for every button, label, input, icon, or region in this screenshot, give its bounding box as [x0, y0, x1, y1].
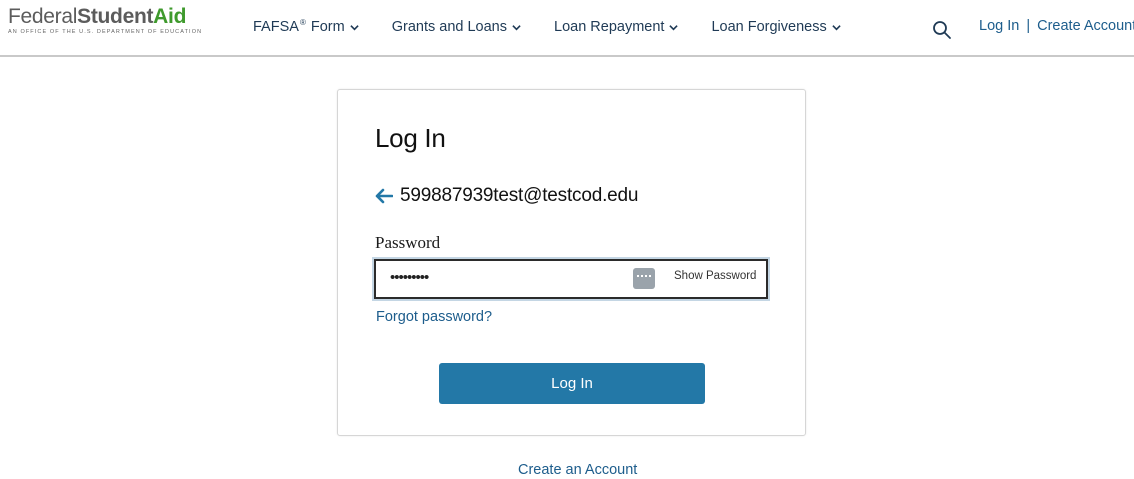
- registered-mark: ®: [299, 17, 306, 27]
- login-button[interactable]: Log In: [439, 363, 705, 404]
- chevron-down-icon: [669, 24, 679, 30]
- forgot-password-link[interactable]: Forgot password?: [376, 309, 492, 325]
- search-icon[interactable]: [932, 20, 952, 40]
- main-nav: FAFSA ® Form Grants and Loans Loan Repaym…: [253, 17, 841, 35]
- chevron-down-icon: [350, 24, 359, 30]
- logo-word-aid: Aid: [153, 5, 187, 28]
- password-field: Show Password: [372, 257, 770, 301]
- login-title: Log In: [375, 123, 446, 153]
- nav-label: Loan Repayment: [554, 19, 665, 35]
- logo-word-student: Student: [77, 5, 154, 28]
- login-card: Log In 599887939test@testcod.edu Passwor…: [337, 89, 806, 436]
- logo-word-federal: Federal: [8, 5, 78, 28]
- password-label: Password: [375, 233, 441, 252]
- nav-item-fafsa-form[interactable]: FAFSA ® Form: [253, 17, 359, 35]
- nav-item-grants-and-loans[interactable]: Grants and Loans: [392, 19, 521, 35]
- create-an-account-link[interactable]: Create an Account: [518, 462, 637, 478]
- nav-item-loan-forgiveness[interactable]: Loan Forgiveness: [711, 19, 841, 35]
- nav-item-loan-repayment[interactable]: Loan Repayment: [554, 19, 679, 35]
- site-header: FederalStudentAid An OFFICE of the U.S. …: [0, 0, 1134, 57]
- chevron-down-icon: [512, 24, 521, 30]
- header-create-account-link[interactable]: Create Account: [1037, 18, 1134, 34]
- show-password-toggle[interactable]: Show Password: [674, 270, 756, 282]
- chevron-down-icon: [832, 24, 841, 30]
- nav-label: Loan Forgiveness: [711, 19, 827, 35]
- federal-student-aid-logo[interactable]: FederalStudentAid An OFFICE of the U.S. …: [8, 6, 208, 40]
- auth-separator: |: [1026, 18, 1031, 34]
- password-input[interactable]: [390, 269, 620, 286]
- logo-tagline: An OFFICE of the U.S. DEPARTMENT of EDUC…: [8, 29, 203, 35]
- header-login-link[interactable]: Log In: [979, 18, 1019, 34]
- user-email: 599887939test@testcod.edu: [400, 185, 639, 206]
- password-manager-key-icon[interactable]: [633, 268, 655, 289]
- nav-label: FAFSA: [253, 19, 299, 35]
- back-arrow-icon: [375, 188, 393, 204]
- change-email-link[interactable]: 599887939test@testcod.edu: [375, 185, 638, 207]
- nav-label: Grants and Loans: [391, 19, 507, 35]
- nav-label-suffix: Form: [310, 19, 345, 35]
- auth-links: Log In | Create Account: [979, 18, 1134, 34]
